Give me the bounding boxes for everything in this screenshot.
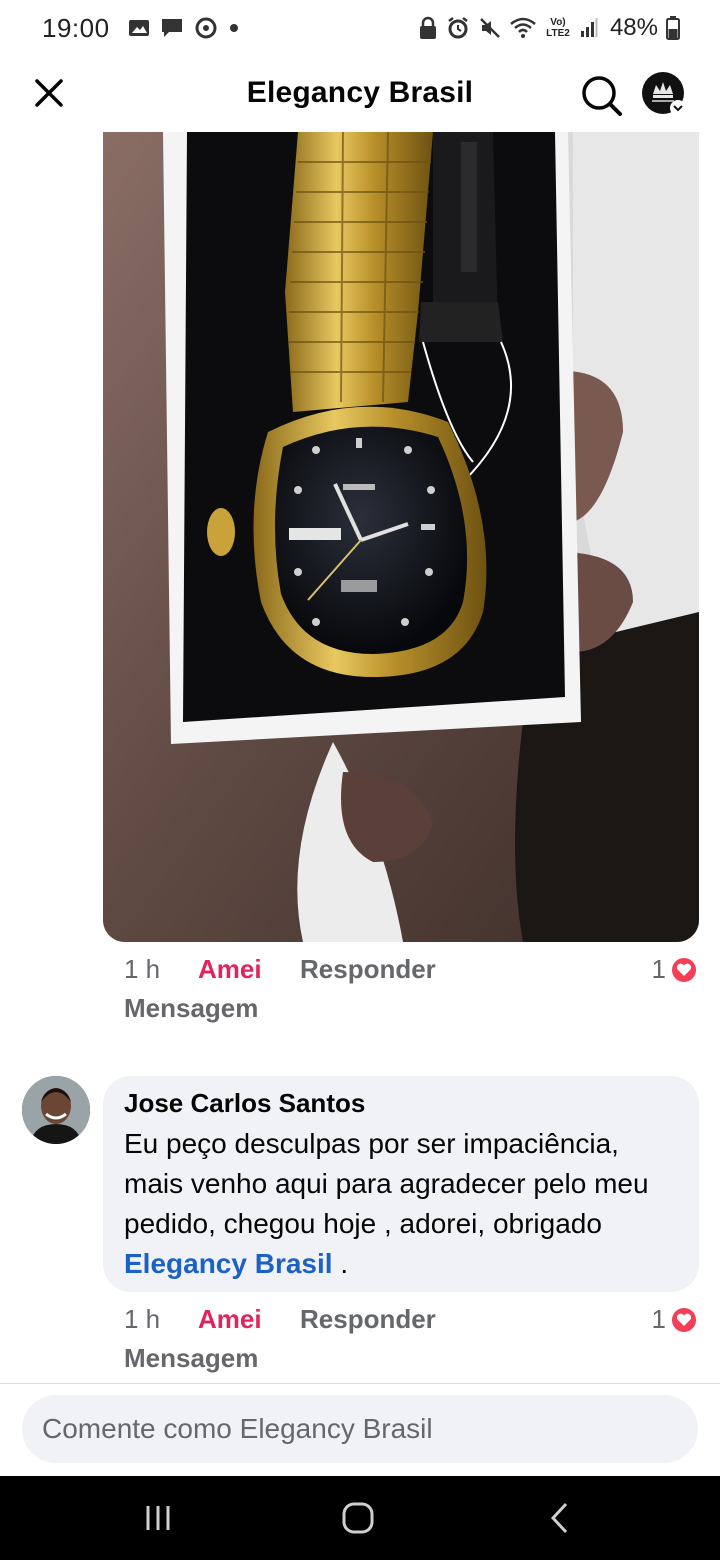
system-nav-bar: [0, 1476, 720, 1560]
comment-photo[interactable]: [103, 132, 699, 942]
comment-time: 1 h: [124, 1304, 161, 1334]
lock-icon: [418, 16, 438, 40]
watch-photo: [103, 132, 699, 942]
profile-switch-button[interactable]: [640, 70, 688, 118]
avatar[interactable]: [22, 1076, 90, 1144]
comment-text: Eu peço desculpas por ser impaciência, m…: [124, 1124, 679, 1284]
recent-apps-icon: [146, 1506, 170, 1530]
commenter-avatar-photo: [22, 1076, 90, 1144]
status-left-icons: [128, 16, 240, 40]
love-reaction-icon: [670, 955, 698, 984]
signal-icon: [580, 17, 598, 39]
photo-comment-actions: 1 h Amei Responder: [124, 954, 436, 985]
reply-button[interactable]: Responder: [300, 954, 436, 985]
reaction-count[interactable]: 1: [652, 1304, 698, 1335]
comment-input[interactable]: Comente como Elegancy Brasil: [22, 1395, 698, 1463]
wifi-icon: [510, 17, 536, 39]
love-reaction-icon: [670, 1305, 698, 1334]
sync-icon: [194, 16, 218, 40]
status-bar: 19:00 Vo) LTE2 48%: [0, 0, 720, 56]
search-icon: [582, 76, 622, 116]
alarm-icon: [446, 16, 470, 40]
comment-author[interactable]: Jose Carlos Santos: [124, 1088, 679, 1118]
home-button[interactable]: [336, 1498, 380, 1538]
comment-body: Eu peço desculpas por ser impaciência, m…: [124, 1128, 649, 1239]
message-button[interactable]: Mensagem: [124, 1343, 258, 1374]
react-button[interactable]: Amei: [198, 954, 300, 985]
back-icon: [550, 1502, 568, 1534]
network-label: Vo) LTE2: [546, 17, 570, 39]
mute-icon: [478, 16, 502, 40]
reaction-count-number: 1: [651, 954, 666, 984]
mention-link[interactable]: Elegancy Brasil: [124, 1248, 333, 1279]
reaction-count-number: 1: [651, 1304, 666, 1334]
status-right-icons: Vo) LTE2 48%: [418, 14, 680, 42]
comment-bubble[interactable]: Jose Carlos Santos Eu peço desculpas por…: [103, 1076, 699, 1292]
divider: [0, 1383, 720, 1384]
battery-icon: [666, 16, 680, 40]
message-button[interactable]: Mensagem: [124, 993, 258, 1024]
comment-time: 1 h: [124, 954, 161, 984]
profile-avatar-icon: [642, 72, 686, 116]
react-button[interactable]: Amei: [198, 1304, 300, 1335]
message-icon: [160, 17, 184, 39]
search-button[interactable]: [578, 72, 624, 118]
dot-icon: [228, 22, 240, 34]
reply-button[interactable]: Responder: [300, 1304, 436, 1335]
reaction-count[interactable]: 1: [652, 954, 698, 985]
comment-actions: 1 h Amei Responder: [124, 1304, 436, 1335]
back-button[interactable]: [538, 1498, 582, 1538]
battery-percent: 48%: [609, 14, 658, 41]
home-icon: [342, 1502, 374, 1534]
status-time: 19:00: [42, 12, 110, 43]
recent-apps-button[interactable]: [136, 1498, 180, 1538]
gallery-icon: [128, 18, 150, 38]
comment-body-end: .: [332, 1248, 349, 1279]
app-header: Elegancy Brasil: [0, 56, 720, 132]
